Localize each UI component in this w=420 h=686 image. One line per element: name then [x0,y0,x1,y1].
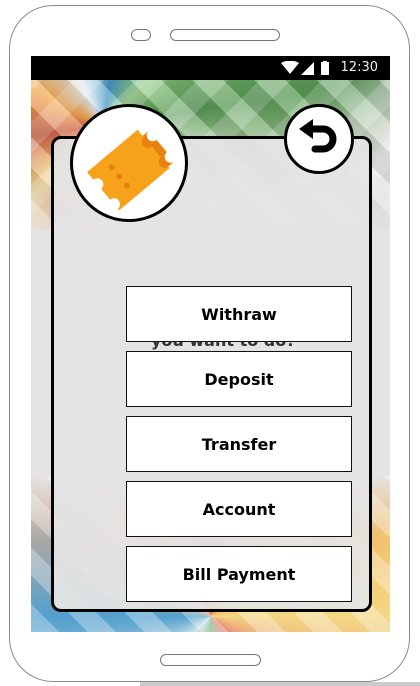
bill-payment-button[interactable]: Bill Payment [126,546,352,602]
screen: 12:30 What interaction do you want to do… [31,56,390,632]
back-button[interactable] [284,104,354,174]
battery-icon [321,62,329,75]
account-button[interactable]: Account [126,481,352,537]
camera [131,29,151,41]
deposit-button[interactable]: Deposit [126,351,352,407]
wifi-icon [281,61,299,74]
status-bar: 12:30 [31,56,390,80]
ticket-icon [87,129,175,211]
shadow [140,682,420,686]
speaker [170,29,280,41]
transfer-button[interactable]: Transfer [126,416,352,472]
withdraw-button[interactable]: Withraw [126,286,352,342]
signal-icon [301,62,314,75]
undo-arrow-icon [299,119,337,153]
app-logo [70,104,188,222]
status-icons [281,61,329,75]
status-time: 12:30 [340,60,378,75]
home-button[interactable] [160,654,261,666]
